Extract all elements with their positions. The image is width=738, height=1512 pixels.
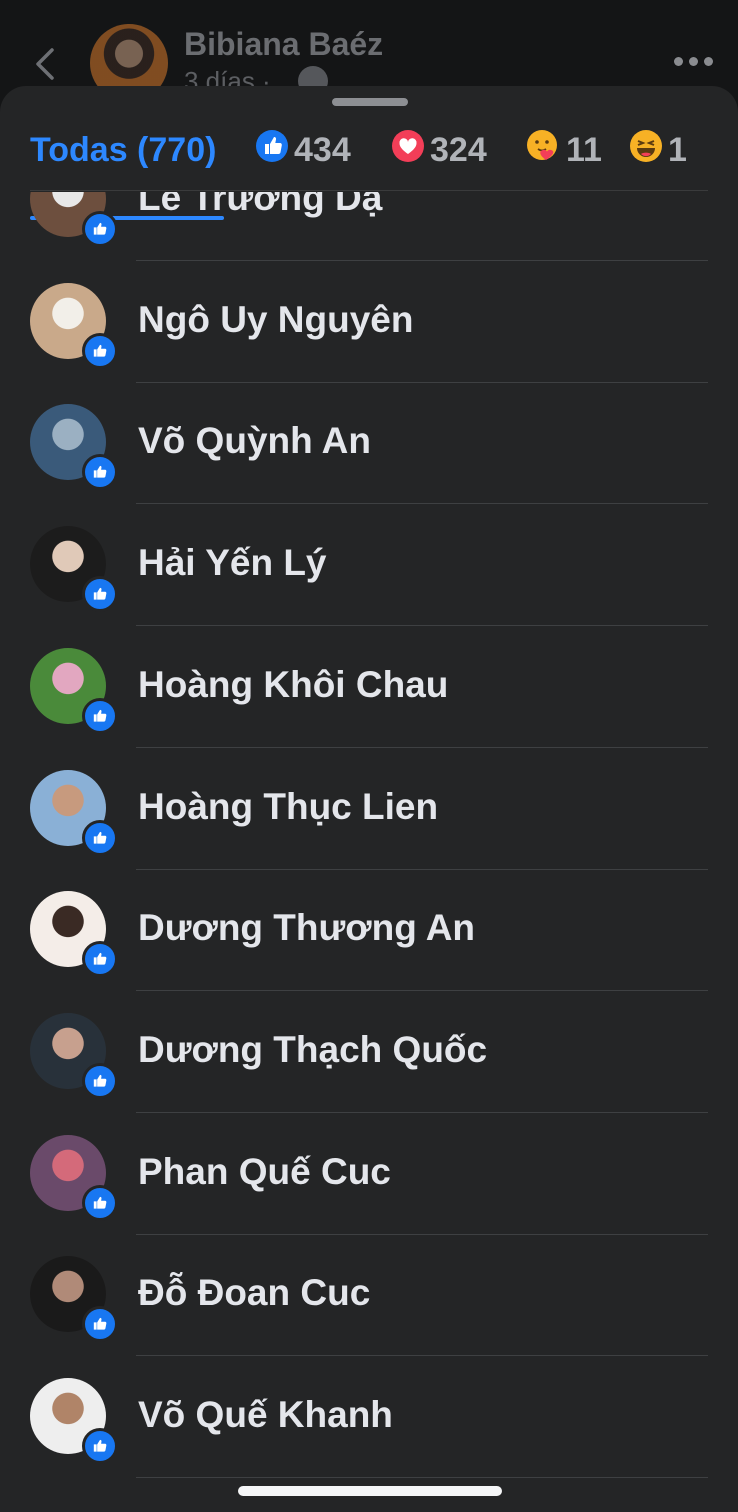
tab-love-count: 324 xyxy=(430,130,487,169)
tab-care-count: 11 xyxy=(566,130,602,169)
like-badge-icon xyxy=(82,697,118,734)
tab-care[interactable]: 11 xyxy=(526,129,602,172)
like-badge-icon xyxy=(82,332,118,369)
like-badge-icon xyxy=(82,1306,118,1343)
like-badge-icon xyxy=(82,1428,118,1464)
reactor-row[interactable]: Hoàng Thục Lien xyxy=(0,748,738,870)
reactor-row[interactable]: Ngô Uy Nguyên xyxy=(0,261,738,383)
reactor-row[interactable]: Dương Thương An xyxy=(0,869,738,992)
care-icon xyxy=(526,129,560,172)
reactions-sheet: Todas (770) 434 324 11 1 Lê Trương Dạ Ng… xyxy=(0,86,738,1512)
like-badge-icon xyxy=(82,454,118,491)
reactor-row[interactable]: Võ Quỳnh An xyxy=(0,382,738,505)
more-options-icon[interactable] xyxy=(672,54,716,68)
like-badge-icon xyxy=(82,576,118,613)
reactor-name[interactable]: Hải Yến Lý xyxy=(138,542,327,584)
tab-all-label: Todas (770) xyxy=(30,130,217,169)
reactor-name[interactable]: Dương Thạch Quốc xyxy=(138,1029,487,1071)
reactor-row[interactable]: Đỗ Đoan Cuc xyxy=(0,1234,738,1357)
reactor-row[interactable]: Dương Thạch Quốc xyxy=(0,991,738,1113)
back-chevron-icon[interactable] xyxy=(30,46,60,82)
reactor-name[interactable]: Hoàng Thục Lien xyxy=(138,786,438,828)
love-icon xyxy=(392,129,424,171)
tabs-divider xyxy=(30,190,708,191)
like-icon xyxy=(256,129,288,171)
sheet-grabber-handle[interactable] xyxy=(332,98,408,106)
reactor-name[interactable]: Lê Trương Dạ xyxy=(138,192,382,219)
reactor-name[interactable]: Võ Quỳnh An xyxy=(138,420,371,462)
like-badge-icon xyxy=(82,1184,118,1221)
tab-love[interactable]: 324 xyxy=(392,129,487,171)
reactor-name[interactable]: Đỗ Đoan Cuc xyxy=(138,1272,370,1314)
reactor-name[interactable]: Phan Quế Cuc xyxy=(138,1151,391,1193)
tab-like-count: 434 xyxy=(294,130,351,169)
reactor-row[interactable]: Hoàng Khôi Chau xyxy=(0,626,738,748)
reactor-list: Lê Trương Dạ Ngô Uy Nguyên Võ Quỳnh An Hải … xyxy=(0,192,738,1512)
like-badge-icon xyxy=(82,211,118,247)
reactor-name[interactable]: Ngô Uy Nguyên xyxy=(138,299,413,341)
tab-all[interactable]: Todas (770) xyxy=(30,130,216,170)
reaction-tabs: Todas (770) 434 324 11 1 xyxy=(0,116,738,220)
reactor-row[interactable]: Phan Quế Cuc xyxy=(0,1113,738,1235)
reactor-name[interactable]: Dương Thương An xyxy=(138,907,475,949)
poster-name[interactable]: Bibiana Baéz xyxy=(184,26,383,63)
tab-haha-count: 1 xyxy=(668,130,687,169)
home-indicator[interactable] xyxy=(238,1486,502,1496)
haha-icon xyxy=(630,129,662,171)
reactor-name[interactable]: Hoàng Khôi Chau xyxy=(138,664,448,706)
reactor-row[interactable]: Hải Yến Lý xyxy=(0,504,738,627)
row-divider xyxy=(136,1477,708,1478)
like-badge-icon xyxy=(82,941,118,978)
like-badge-icon xyxy=(82,1062,118,1099)
reactor-row[interactable]: Võ Quế Khanh xyxy=(0,1356,738,1478)
reactor-row[interactable]: Lê Trương Dạ xyxy=(0,192,738,261)
like-badge-icon xyxy=(82,819,118,856)
reactor-name[interactable]: Võ Quế Khanh xyxy=(138,1394,393,1436)
tab-like[interactable]: 434 xyxy=(256,129,351,171)
tab-haha[interactable]: 1 xyxy=(630,129,687,171)
